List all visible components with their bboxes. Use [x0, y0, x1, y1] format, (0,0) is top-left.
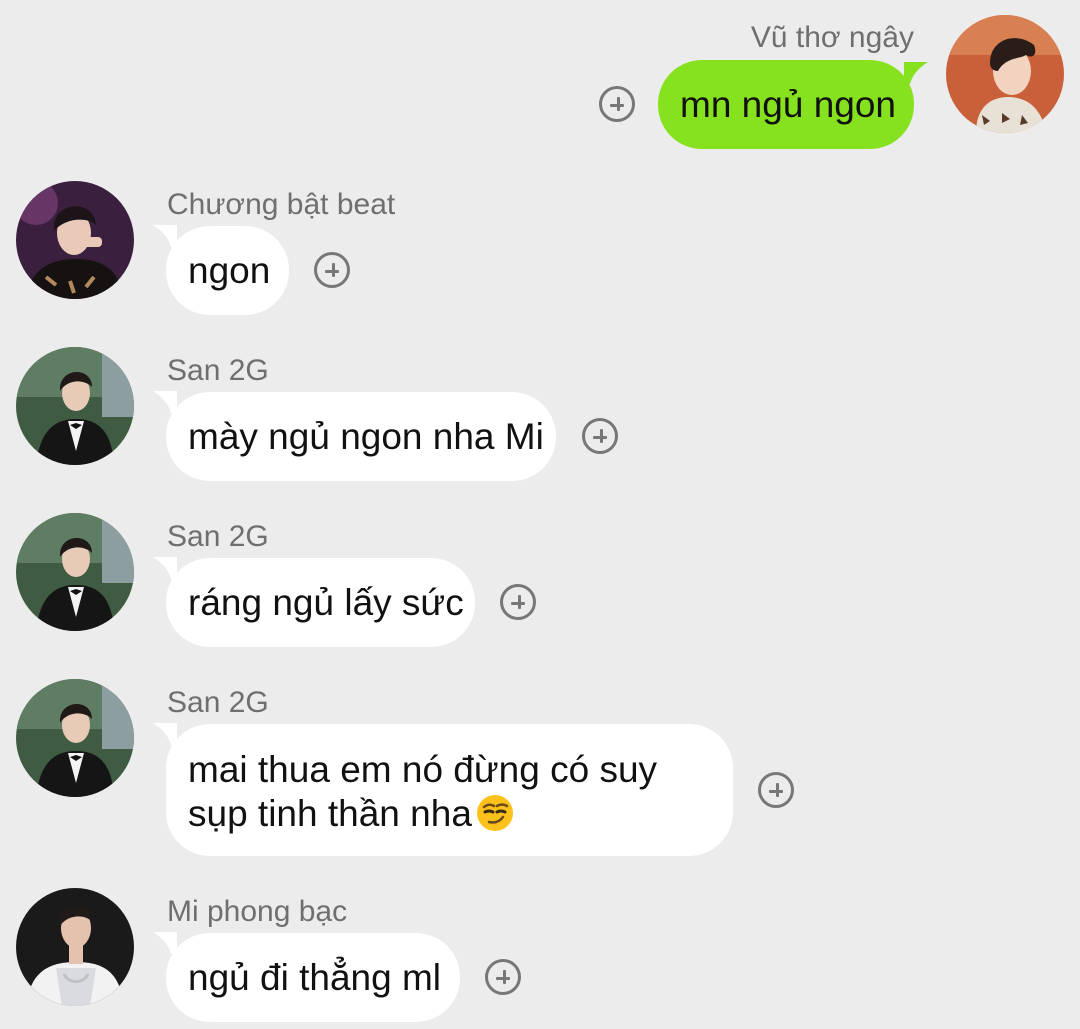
- message-bubble[interactable]: mai thua em nó đừng có suy sụp tinh thần…: [166, 724, 733, 856]
- add-reaction-icon[interactable]: [599, 86, 635, 122]
- avatar-image: [16, 679, 134, 797]
- add-reaction-icon[interactable]: [500, 584, 536, 620]
- add-reaction-icon[interactable]: [314, 252, 350, 288]
- message-bubble[interactable]: ráng ngủ lấy sức: [166, 558, 475, 647]
- avatar-image: [16, 513, 134, 631]
- sender-name: Vũ thơ ngây: [750, 21, 914, 54]
- avatar-san-2g[interactable]: [16, 347, 134, 465]
- avatar-mi-phong-bac[interactable]: [16, 888, 134, 1006]
- sender-name: Chương bật beat: [167, 188, 396, 221]
- message-text: ngon: [188, 250, 271, 291]
- message-text-line: mai thua em nó đừng có suy: [188, 749, 658, 790]
- avatar-image: [16, 888, 134, 1006]
- message-bubble[interactable]: ngon: [166, 226, 289, 315]
- message-text: mn ngủ ngon: [680, 84, 897, 125]
- sender-name: San 2G: [167, 354, 269, 387]
- avatar-image: [16, 181, 134, 299]
- sender-name: San 2G: [167, 520, 269, 553]
- message-bubble[interactable]: ngủ đi thẳng ml: [166, 933, 460, 1022]
- avatar-image: [16, 347, 134, 465]
- smirking-face-emoji: [476, 794, 514, 832]
- message-text: mày ngủ ngon nha Mi: [188, 416, 544, 457]
- add-reaction-icon[interactable]: [758, 772, 794, 808]
- avatar-san-2g[interactable]: [16, 679, 134, 797]
- sender-name: Mi phong bạc: [167, 895, 348, 928]
- avatar-san-2g[interactable]: [16, 513, 134, 631]
- chat-message-list: Vũ thơ ngây mn ngủ ngon Chương bật beat …: [0, 0, 1080, 1029]
- avatar-vu-tho-ngay[interactable]: [946, 15, 1064, 133]
- avatar-image: [946, 15, 1064, 133]
- message-text: ráng ngủ lấy sức: [188, 582, 464, 623]
- add-reaction-icon[interactable]: [582, 418, 618, 454]
- message-text: sụp tinh thần nha: [188, 793, 472, 834]
- add-reaction-icon[interactable]: [485, 959, 521, 995]
- message-text: ngủ đi thẳng ml: [188, 957, 442, 998]
- message-text-line: sụp tinh thần nha: [188, 792, 711, 836]
- message-bubble[interactable]: mn ngủ ngon: [658, 60, 914, 149]
- avatar-chuong-bat-beat[interactable]: [16, 181, 134, 299]
- message-bubble[interactable]: mày ngủ ngon nha Mi: [166, 392, 556, 481]
- sender-name: San 2G: [167, 686, 269, 719]
